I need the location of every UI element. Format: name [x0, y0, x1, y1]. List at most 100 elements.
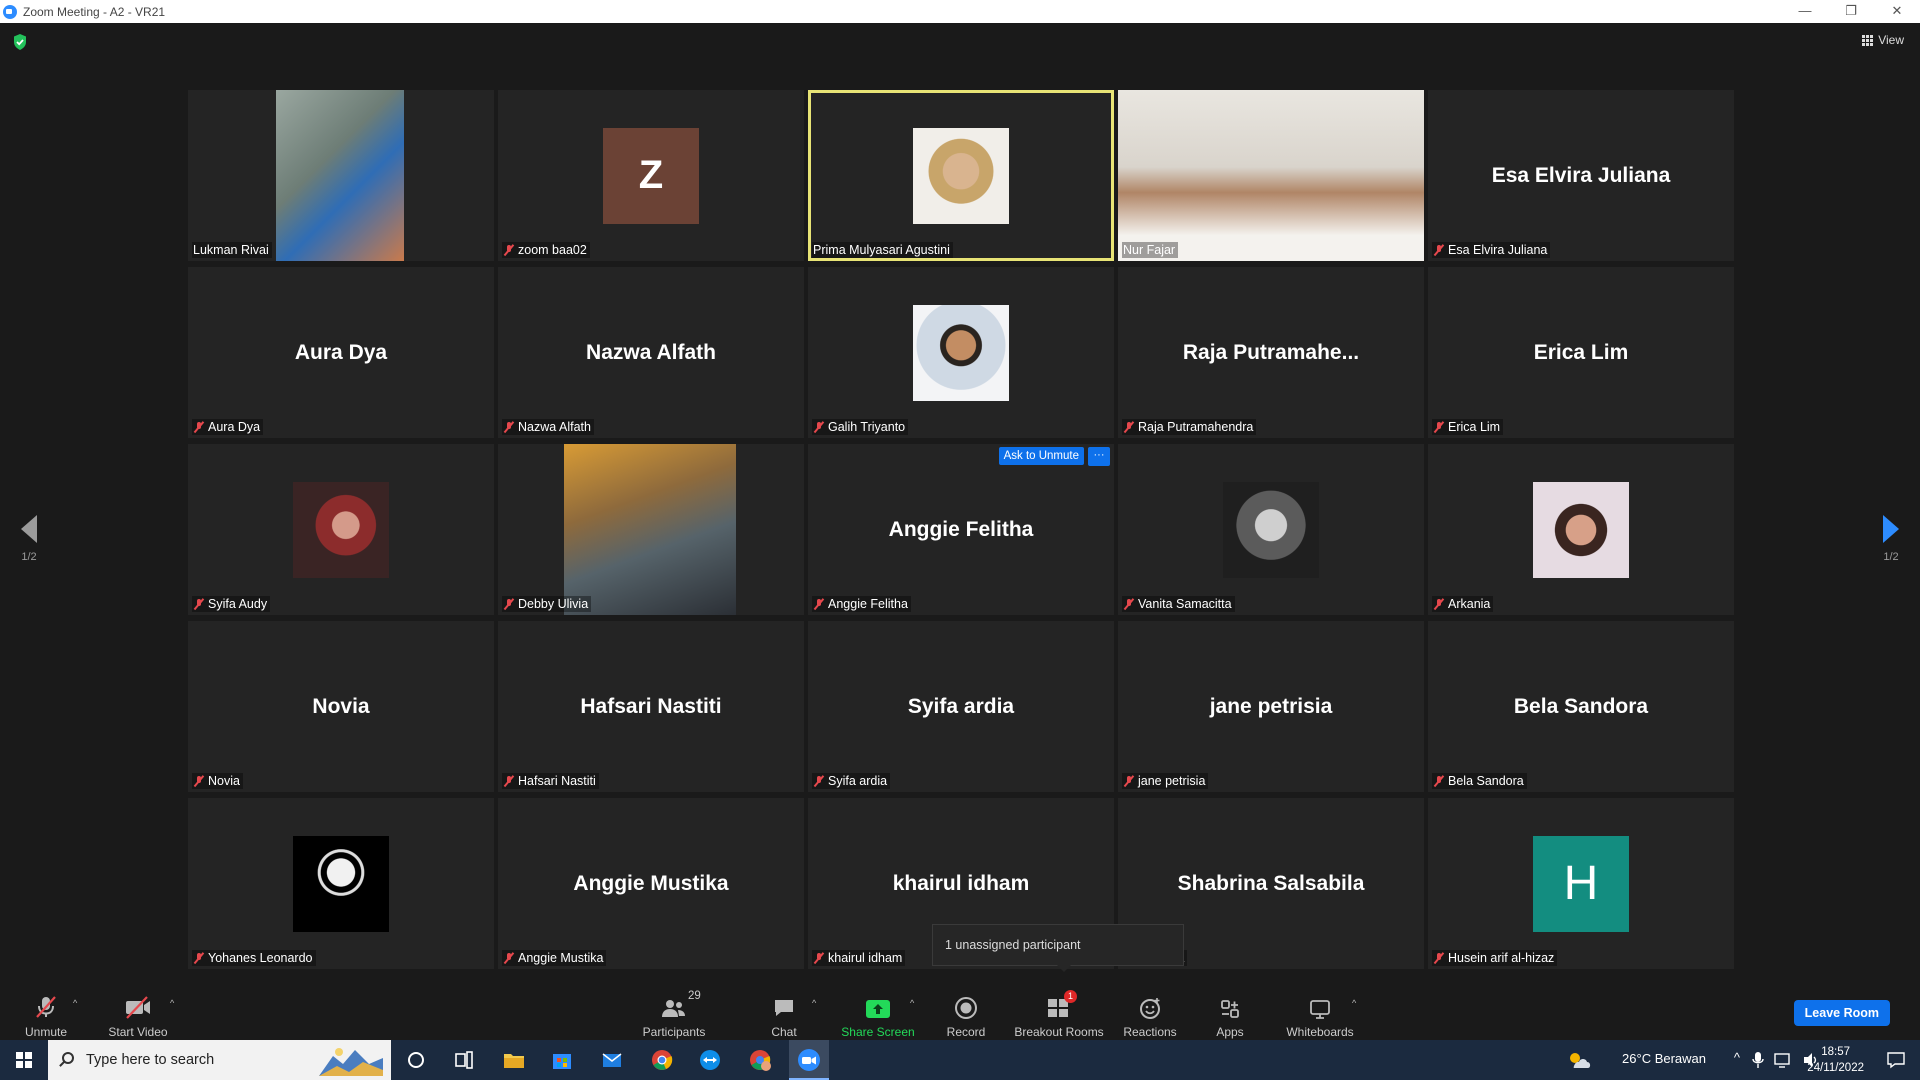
tray-microphone-icon[interactable] — [1752, 1050, 1764, 1070]
share-screen-button[interactable]: Share Screen — [838, 978, 918, 1039]
grid-view-icon — [1862, 34, 1874, 46]
next-page-button[interactable]: 1/2 — [1876, 515, 1906, 563]
close-button[interactable]: ✕ — [1874, 0, 1920, 23]
notification-center-icon[interactable] — [1886, 1051, 1906, 1069]
unmute-button[interactable]: Unmute — [18, 978, 74, 1039]
ask-to-unmute-button[interactable]: Ask to Unmute — [998, 447, 1084, 465]
previous-page-button[interactable]: 1/2 — [14, 515, 44, 563]
breakout-rooms-button[interactable]: 1 Breakout Rooms — [1014, 978, 1104, 1039]
participant-display-name: Raja Putramahe... — [1182, 340, 1360, 364]
participant-display-name: Esa Elvira Juliana — [1491, 163, 1671, 187]
participant-name: Erica Lim — [1448, 420, 1501, 434]
participant-video — [1118, 90, 1424, 261]
audio-options-caret[interactable]: ^ — [73, 998, 77, 1008]
participant-name-label: Yohanes Leonardo — [192, 950, 316, 966]
participant-name: Bela Sandora — [1448, 774, 1524, 788]
minimize-button[interactable]: — — [1782, 0, 1828, 23]
participant-tile[interactable]: Nazwa Alfath Nazwa Alfath — [498, 267, 804, 438]
whiteboards-label: Whiteboards — [1286, 1025, 1354, 1039]
mic-muted-icon — [193, 775, 205, 788]
leave-room-button[interactable]: Leave Room — [1793, 1000, 1890, 1026]
windows-start-icon[interactable] — [16, 1052, 32, 1068]
network-icon[interactable] — [1774, 1052, 1792, 1068]
participant-name: Lukman Rivai — [193, 243, 269, 257]
participant-tile[interactable]: H Husein arif al-hizaz — [1428, 798, 1734, 969]
whiteboard-options-caret[interactable]: ^ — [1352, 998, 1356, 1008]
file-explorer-icon[interactable] — [502, 1048, 526, 1072]
participant-name-label: Prima Mulyasari Agustini — [812, 242, 953, 258]
microsoft-store-icon[interactable] — [550, 1048, 574, 1072]
participant-name-label: Arkania — [1432, 596, 1494, 612]
weather-cloud-icon[interactable] — [1566, 1050, 1592, 1070]
participant-tile[interactable]: Bela Sandora Bela Sandora — [1428, 621, 1734, 792]
share-options-caret[interactable]: ^ — [910, 998, 914, 1008]
mail-icon[interactable] — [600, 1048, 624, 1072]
participants-button[interactable]: 29 Participants — [640, 978, 708, 1039]
participant-name-label: Syifa ardia — [812, 773, 891, 789]
start-video-button[interactable]: Start Video — [104, 978, 172, 1039]
clock-time: 18:57 — [1821, 1046, 1851, 1058]
unassigned-participant-tooltip: 1 unassigned participant — [932, 924, 1184, 972]
system-clock[interactable]: 18:57 24/11/2022 — [1807, 1044, 1864, 1076]
participant-name-label: zoom baa02 — [502, 242, 590, 258]
mic-muted-icon — [1433, 421, 1445, 434]
participant-name-label: khairul idham — [812, 950, 906, 966]
cortana-icon[interactable] — [404, 1048, 428, 1072]
weather-text[interactable]: 26°C Berawan — [1622, 1051, 1706, 1066]
participant-name: Nur Fajar — [1123, 243, 1176, 257]
window-titlebar: Zoom Meeting - A2 - VR21 — ❐ ✕ — [0, 0, 1920, 23]
chrome-icon[interactable] — [650, 1048, 674, 1072]
whiteboards-button[interactable]: Whiteboards — [1282, 978, 1358, 1039]
participant-tile[interactable]: Nur Fajar — [1118, 90, 1424, 261]
participant-tile[interactable]: Prima Mulyasari Agustini — [808, 90, 1114, 261]
participant-tile[interactable]: Anggie Mustika Anggie Mustika — [498, 798, 804, 969]
chrome-profile-icon[interactable] — [748, 1048, 772, 1072]
chat-button[interactable]: Chat — [764, 978, 804, 1039]
participant-display-name: Novia — [312, 694, 370, 718]
more-options-button[interactable]: ··· — [1088, 447, 1110, 466]
participant-tile[interactable]: Raja Putramahe... Raja Putramahendra — [1118, 267, 1424, 438]
mic-muted-icon — [193, 421, 205, 434]
participant-name: Vanita Samacitta — [1138, 597, 1232, 611]
participant-tile[interactable]: Aura Dya Aura Dya — [188, 267, 494, 438]
participant-tile[interactable]: Zzoom baa02 — [498, 90, 804, 261]
view-label: View — [1878, 33, 1904, 47]
participant-name-label: Aura Dya — [192, 419, 264, 435]
participant-tile[interactable]: Galih Triyanto — [808, 267, 1114, 438]
participant-tile[interactable]: Hafsari Nastiti Hafsari Nastiti — [498, 621, 804, 792]
participant-tile[interactable]: Novia Novia — [188, 621, 494, 792]
mic-muted-icon — [1433, 598, 1445, 611]
record-button[interactable]: Record — [940, 978, 992, 1039]
participant-name: Anggie Mustika — [518, 951, 604, 965]
participant-name-label: Nazwa Alfath — [502, 419, 594, 435]
apps-button[interactable]: Apps — [1210, 978, 1250, 1039]
participant-name: Novia — [208, 774, 240, 788]
tray-chevron-up-icon[interactable]: ^ — [1734, 1050, 1740, 1065]
participant-tile[interactable]: Vanita Samacitta — [1118, 444, 1424, 615]
participant-tile[interactable]: Lukman Rivai — [188, 90, 494, 261]
participant-tile[interactable]: Yohanes Leonardo — [188, 798, 494, 969]
participant-tile[interactable]: Anggie Felitha Ask to Unmute ··· Anggie Fel… — [808, 444, 1114, 615]
reactions-button[interactable]: Reactions — [1122, 978, 1178, 1039]
video-options-caret[interactable]: ^ — [170, 998, 174, 1008]
breakout-badge: 1 — [1064, 990, 1077, 1003]
participant-tile[interactable]: Syifa Audy — [188, 444, 494, 615]
participant-display-name: Syifa ardia — [907, 694, 1015, 718]
participant-tile[interactable]: Erica Lim Erica Lim — [1428, 267, 1734, 438]
chat-options-caret[interactable]: ^ — [812, 998, 816, 1008]
participant-name-label: Vanita Samacitta — [1122, 596, 1235, 612]
view-button[interactable]: View — [1862, 33, 1904, 47]
share-screen-icon — [866, 1000, 890, 1018]
taskbar-search-input[interactable]: Type here to search — [48, 1040, 391, 1080]
zoom-taskbar-button[interactable] — [789, 1040, 829, 1080]
participant-tile[interactable]: Debby Ulivia — [498, 444, 804, 615]
security-shield-icon[interactable] — [12, 33, 28, 51]
participant-tile[interactable]: Arkania — [1428, 444, 1734, 615]
participant-tile[interactable]: Esa Elvira Juliana Esa Elvira Juliana — [1428, 90, 1734, 261]
restore-button[interactable]: ❐ — [1828, 0, 1874, 23]
participant-name-label: Anggie Mustika — [502, 950, 607, 966]
participant-tile[interactable]: jane petrisia jane petrisia — [1118, 621, 1424, 792]
task-view-icon[interactable] — [452, 1048, 476, 1072]
teamviewer-icon[interactable] — [698, 1048, 722, 1072]
participant-tile[interactable]: Syifa ardia Syifa ardia — [808, 621, 1114, 792]
